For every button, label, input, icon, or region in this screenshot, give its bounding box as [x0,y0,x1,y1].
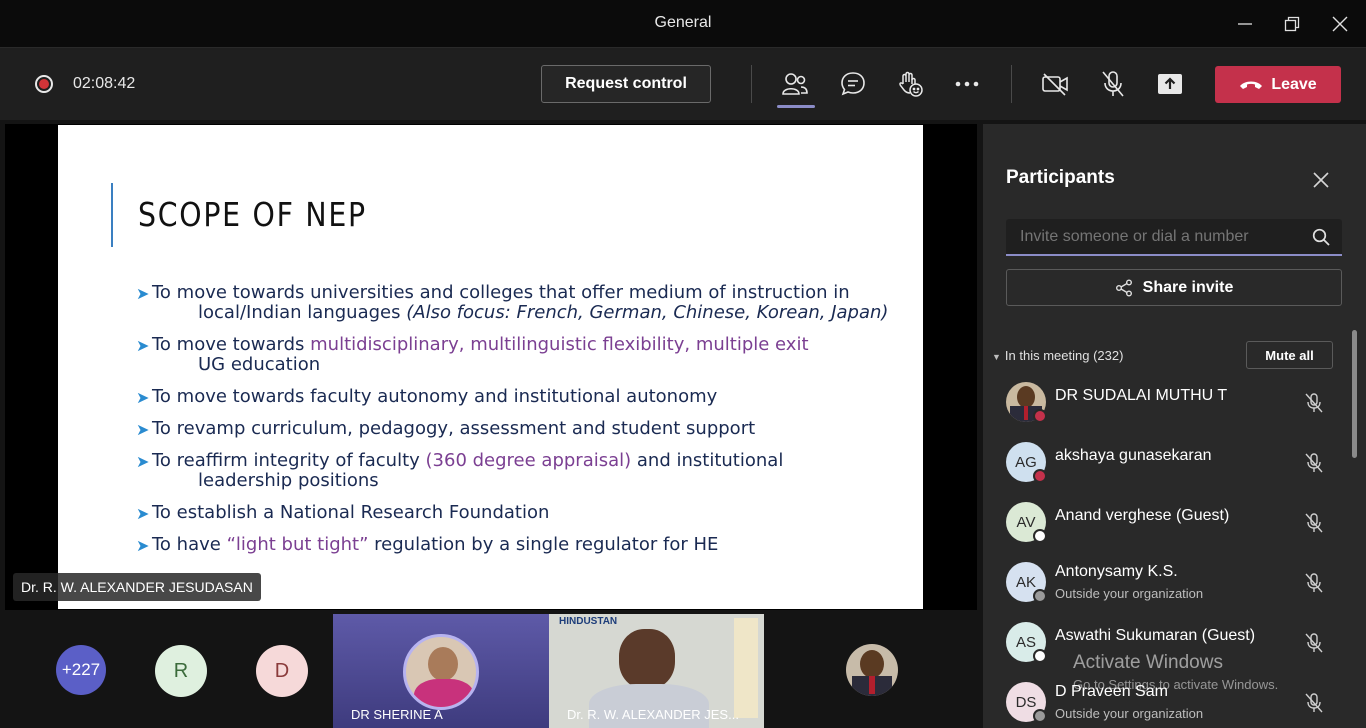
phone-hangup-icon [1240,81,1263,89]
title-bar: General [0,0,1366,48]
activate-windows-watermark: Activate Windows [1073,652,1223,673]
status-badge [1033,589,1047,603]
mic-off-icon[interactable] [1303,512,1325,539]
share-invite-button[interactable]: Share invite [1006,269,1342,306]
participants-panel: Participants Share invite ▼In this meeti… [983,124,1366,728]
participant-row[interactable]: AK Antonysamy K.S. Outside your organiza… [1006,558,1336,608]
slide-bullet: ➤ To move towards universities and colleg… [136,282,889,323]
mute-all-button[interactable]: Mute all [1246,341,1333,369]
tile-name-label: Dr. R. W. ALEXANDER JES... [567,707,739,722]
active-tab-indicator [777,105,815,108]
status-badge [1033,649,1047,663]
share-icon [1115,279,1132,296]
hindustan-logo: HINDUSTAN [559,616,618,627]
participant-avatar[interactable]: D [256,645,308,697]
chat-icon[interactable] [837,68,869,100]
panel-title: Participants [1006,167,1115,188]
invite-input[interactable] [1020,228,1300,246]
tile-name-label: DR SHERINE A [351,707,443,722]
participant-name: akshaya gunasekaran [1055,447,1212,464]
participant-avatar-photo[interactable] [846,644,898,696]
meeting-timer: 02:08:42 [73,75,136,92]
mic-off-icon[interactable] [1097,68,1129,100]
participant-name: DR SUDALAI MUTHU T [1055,387,1228,404]
participant-name: Aswathi Sukumaran (Guest) [1055,627,1256,644]
slide-bullet: ➤ To revamp curriculum, pedagogy, assessm… [136,418,756,440]
mic-off-icon[interactable] [1303,692,1325,719]
bullet-arrow-icon: ➤ [136,452,150,471]
close-icon[interactable] [1312,171,1330,189]
status-badge [1033,469,1047,483]
bullet-arrow-icon: ➤ [136,420,150,439]
chevron-down-icon: ▼ [992,352,1001,362]
reactions-icon[interactable] [894,68,926,100]
bullet-arrow-icon: ➤ [136,336,150,355]
participant-avatar[interactable]: R [155,645,207,697]
video-tile-sherine[interactable]: DR SHERINE A [333,614,549,728]
slide-bullet: ➤ To reaffirm integrity of faculty (360 d… [136,450,784,491]
slide-bullet: ➤ To move towards multidisciplinary, mult… [136,334,809,375]
mic-off-icon[interactable] [1303,632,1325,659]
status-badge [1033,709,1047,723]
shared-slide: SCOPE OF NEP ➤ To move towards universiti… [58,125,923,609]
request-control-button[interactable]: Request control [541,65,711,103]
participant-row[interactable]: AG akshaya gunasekaran [1006,438,1336,488]
toolbar-divider [1011,65,1012,103]
participant-row[interactable]: AV Anand verghese (Guest) [1006,498,1336,548]
leave-label: Leave [1271,75,1317,93]
slide-bullet: ➤ To establish a National Research Founda… [136,502,550,524]
presenter-face [619,629,675,689]
share-screen-icon[interactable] [1154,68,1186,100]
status-badge [1033,409,1047,423]
video-tile-alexander[interactable]: HINDUSTAN Dr. R. W. ALEXANDER JES... [549,614,764,728]
participant-photo [403,634,479,710]
leave-button[interactable]: Leave [1215,66,1341,103]
slide-bullet: ➤ To move towards faculty autonomy and in… [136,386,718,408]
participants-icon[interactable] [779,68,811,100]
meeting-toolbar: 02:08:42 Request control Leave [0,48,1366,120]
speaker-name-label: Dr. R. W. ALEXANDER JESUDASAN [13,573,261,601]
bullet-arrow-icon: ➤ [136,388,150,407]
share-invite-label: Share invite [1142,278,1234,296]
in-meeting-header[interactable]: ▼ In this meeting (232) [992,348,1123,363]
slide-title-accent [111,183,113,247]
participant-name: Antonysamy K.S. [1055,563,1178,580]
participant-row[interactable]: DR SUDALAI MUTHU T [1006,378,1336,428]
slide-title: SCOPE OF NEP [138,195,367,234]
bullet-arrow-icon: ➤ [136,504,150,523]
toolbar-divider [751,65,752,103]
bullet-arrow-icon: ➤ [136,536,150,555]
recording-indicator-icon [35,75,53,93]
status-badge [1033,529,1047,543]
slide-bullets: ➤ To move towards universities and colleg… [136,283,923,567]
participant-org: Outside your organization [1055,706,1204,721]
close-window-icon[interactable] [1325,10,1355,38]
participant-name: Anand verghese (Guest) [1055,507,1230,524]
restore-icon[interactable] [1277,10,1307,38]
activate-windows-hint: Go to Settings to activate Windows. [1073,677,1279,692]
bullet-arrow-icon: ➤ [136,284,150,303]
invite-field[interactable] [1006,219,1342,256]
panel-scrollbar[interactable] [1352,330,1357,458]
banner [734,618,758,718]
mic-off-icon[interactable] [1303,392,1325,419]
slide-bullet: ➤ To have “light but tight” regulation by… [136,534,719,556]
overflow-participants-button[interactable]: +227 [56,645,106,695]
window-title: General [654,14,712,31]
mic-off-icon[interactable] [1303,452,1325,479]
camera-off-icon[interactable] [1039,68,1071,100]
mic-off-icon[interactable] [1303,572,1325,599]
more-options-icon[interactable] [951,68,983,100]
minimize-icon[interactable] [1230,10,1260,38]
participant-org: Outside your organization [1055,586,1204,601]
search-icon[interactable] [1312,228,1330,251]
